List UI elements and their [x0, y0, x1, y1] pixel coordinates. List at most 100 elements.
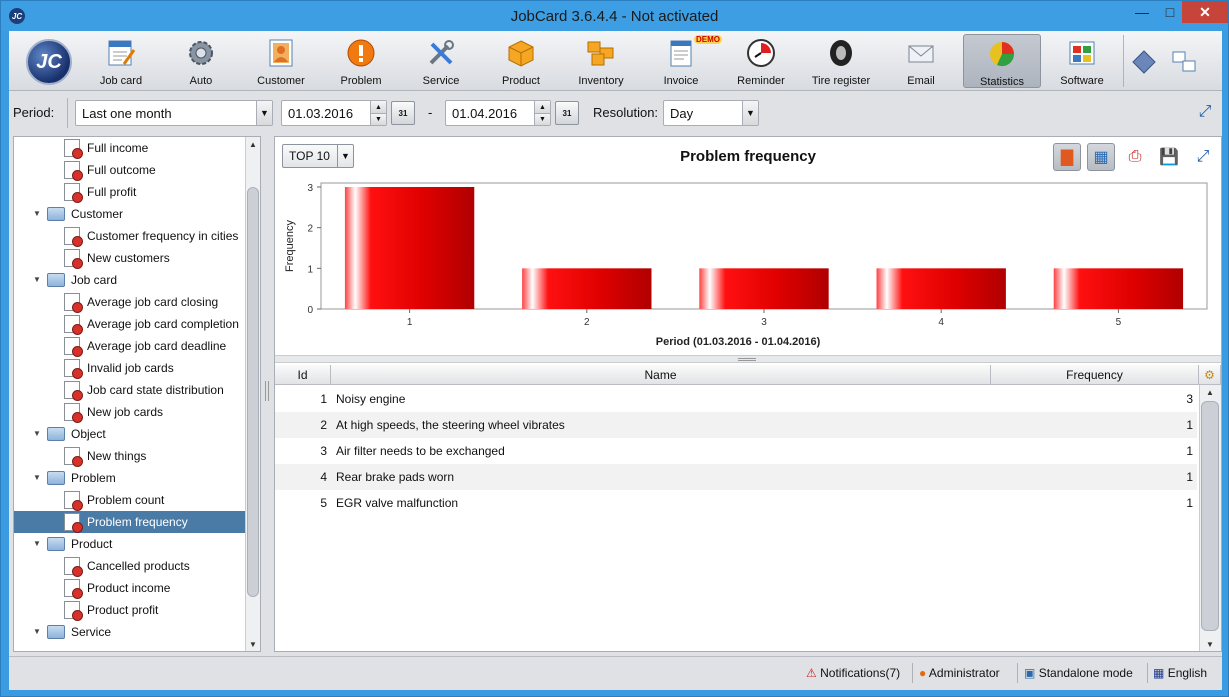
toolbar-button-problem[interactable]: Problem — [322, 34, 400, 88]
tree-item[interactable]: ▼ Product — [14, 533, 246, 555]
toolbar-button-software[interactable]: Software — [1043, 34, 1121, 88]
toolbar-button-email[interactable]: Email — [882, 34, 960, 88]
expand-arrow-icon[interactable]: ▼ — [33, 533, 41, 555]
expand-arrow-icon[interactable]: ▼ — [33, 423, 41, 445]
date-from-spinner[interactable]: ▲ ▼ — [370, 101, 386, 125]
fullscreen-icon[interactable]: ⤢ — [1195, 102, 1215, 122]
expand-arrow-icon[interactable]: ▼ — [33, 203, 41, 225]
user-item[interactable]: ● Administrator — [919, 666, 1000, 680]
tree-item[interactable]: Average job card closing — [14, 291, 246, 313]
layout-windows-icon[interactable] — [1171, 49, 1197, 75]
vertical-splitter-handle[interactable] — [265, 381, 269, 401]
scroll-down-icon[interactable]: ▼ — [246, 637, 260, 651]
horizontal-splitter[interactable] — [275, 355, 1221, 363]
expand-arrow-icon[interactable]: ▼ — [33, 467, 41, 489]
maximize-button[interactable]: □ — [1156, 1, 1184, 23]
expand-chart-button[interactable]: ⤢ — [1189, 143, 1217, 171]
tree-item[interactable]: Full income — [14, 137, 246, 159]
period-label: Period: — [13, 105, 55, 120]
report-icon — [64, 579, 83, 599]
resolution-select[interactable]: Day ▼ — [663, 100, 759, 126]
scroll-thumb[interactable] — [247, 187, 259, 597]
table-row[interactable]: 1 Noisy engine 3 — [275, 386, 1197, 412]
bar — [344, 187, 475, 309]
chart-view-button[interactable]: ▇ — [1053, 143, 1081, 171]
tree-item[interactable]: Problem frequency — [14, 511, 246, 533]
toolbar-button-service[interactable]: Service — [402, 34, 480, 88]
tree-item[interactable]: New customers — [14, 247, 246, 269]
calendar-to-button[interactable]: 31 — [555, 101, 579, 125]
tree-item[interactable]: Product profit — [14, 599, 246, 621]
tree-item[interactable]: Job card state distribution — [14, 379, 246, 401]
save-button[interactable]: 💾 — [1155, 143, 1183, 171]
date-to-field[interactable]: 01.04.2016 ▲ ▼ — [445, 100, 551, 126]
report-icon — [64, 337, 83, 357]
spin-down-icon: ▼ — [535, 113, 550, 125]
expand-arrow-icon[interactable]: ▼ — [33, 621, 41, 643]
toolbar-button-customer[interactable]: Customer — [242, 34, 320, 88]
tree-item[interactable]: ▼ Problem — [14, 467, 246, 489]
tree-item[interactable]: ▼ Service — [14, 621, 246, 643]
folder-icon — [47, 427, 65, 441]
column-header-name[interactable]: Name — [331, 365, 991, 385]
date-from-field[interactable]: 01.03.2016 ▲ ▼ — [281, 100, 387, 126]
scroll-thumb[interactable] — [1201, 401, 1219, 631]
folder-icon — [47, 273, 65, 287]
tree-item[interactable]: Customer frequency in cities — [14, 225, 246, 247]
table-row[interactable]: 5 EGR valve malfunction 1 — [275, 490, 1197, 516]
column-header-id[interactable]: Id — [275, 365, 331, 385]
title-bar[interactable]: JC JobCard 3.6.4.4 - Not activated — □ ✕ — [1, 1, 1228, 31]
toolbar-button-product[interactable]: Product — [482, 34, 560, 88]
folder-icon — [47, 471, 65, 485]
date-to-spinner[interactable]: ▲ ▼ — [534, 101, 550, 125]
table-row[interactable]: 2 At high speeds, the steering wheel vibr… — [275, 412, 1197, 438]
tree-item[interactable]: Full profit — [14, 181, 246, 203]
expand-arrow-icon[interactable]: ▼ — [33, 269, 41, 291]
tree-item[interactable]: New things — [14, 445, 246, 467]
column-settings-button[interactable]: ⚙ — [1199, 365, 1221, 385]
warning-icon — [344, 36, 378, 70]
tree-item[interactable]: Invalid job cards — [14, 357, 246, 379]
toolbar-button-inventory[interactable]: Inventory — [562, 34, 640, 88]
folder-icon — [47, 537, 65, 551]
tree-item[interactable]: Cancelled products — [14, 555, 246, 577]
window-grid-icon — [1065, 36, 1099, 70]
tree-item[interactable]: ▼ Object — [14, 423, 246, 445]
table-view-button[interactable]: ▦ — [1087, 143, 1115, 171]
diamond-icon[interactable] — [1131, 49, 1157, 75]
toolbar-button-job-card[interactable]: Job card — [82, 34, 160, 88]
period-select[interactable]: Last one month ▼ — [75, 100, 273, 126]
table-row[interactable]: 3 Air filter needs to be exchanged 1 — [275, 438, 1197, 464]
tree-item[interactable]: Problem count — [14, 489, 246, 511]
tree-item[interactable]: ▼ Customer — [14, 203, 246, 225]
mode-item[interactable]: ▣ Standalone mode — [1024, 666, 1133, 680]
report-icon — [64, 359, 83, 379]
tree-item[interactable]: Average job card deadline — [14, 335, 246, 357]
scroll-up-icon[interactable]: ▲ — [1200, 385, 1220, 399]
scroll-down-icon[interactable]: ▼ — [1200, 637, 1220, 651]
table-scrollbar[interactable]: ▲ ▼ — [1199, 385, 1221, 651]
tree-item[interactable]: Product income — [14, 577, 246, 599]
toolbar-button-statistics[interactable]: Statistics — [963, 34, 1041, 88]
logo[interactable]: JC — [26, 39, 72, 85]
cell-name: At high speeds, the steering wheel vibra… — [336, 418, 565, 432]
language-item[interactable]: ▦ English — [1153, 666, 1207, 680]
print-button[interactable]: ⎙ — [1121, 143, 1149, 171]
scroll-up-icon[interactable]: ▲ — [246, 137, 260, 151]
tree-scrollbar[interactable]: ▲ ▼ — [245, 137, 260, 651]
notifications-item[interactable]: ⚠ Notifications(7) — [806, 666, 900, 680]
column-header-frequency[interactable]: Frequency — [991, 365, 1199, 385]
tree-item[interactable]: Average job card completion — [14, 313, 246, 335]
tree-item[interactable]: Full outcome — [14, 159, 246, 181]
tree-item[interactable]: New job cards — [14, 401, 246, 423]
table-row[interactable]: 4 Rear brake pads worn 1 — [275, 464, 1197, 490]
calendar-from-button[interactable]: 31 — [391, 101, 415, 125]
close-button[interactable]: ✕ — [1182, 1, 1228, 23]
tree-item[interactable]: ▼ Job card — [14, 269, 246, 291]
minimize-button[interactable]: — — [1128, 1, 1156, 23]
toolbar-button-tire-register[interactable]: Tire register — [802, 34, 880, 88]
bar — [522, 268, 652, 309]
toolbar-button-reminder[interactable]: Reminder — [722, 34, 800, 88]
toolbar-button-invoice[interactable]: DEMO Invoice — [642, 34, 722, 88]
toolbar-button-auto[interactable]: Auto — [162, 34, 240, 88]
